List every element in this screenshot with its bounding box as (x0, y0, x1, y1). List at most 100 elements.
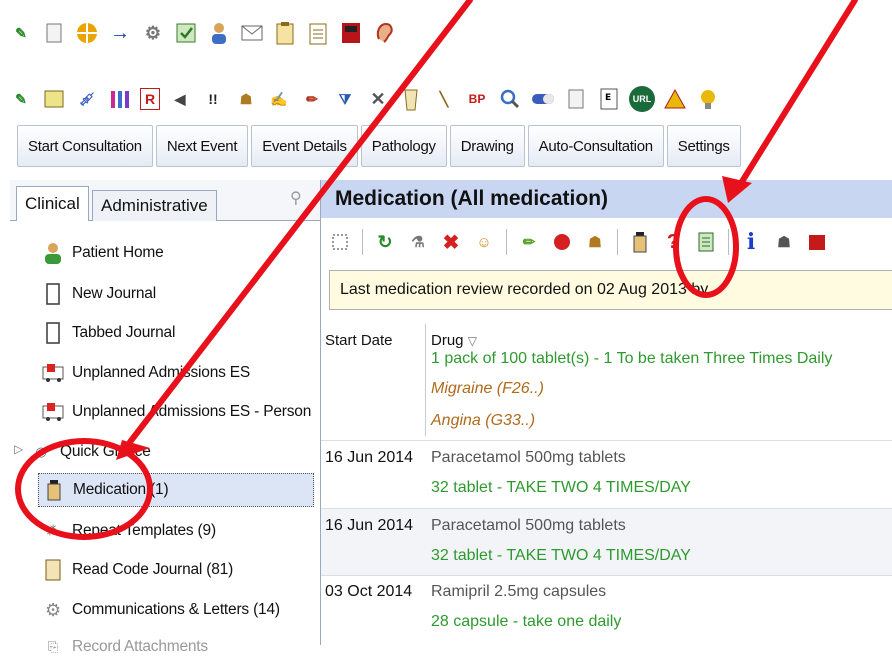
needle-icon[interactable]: ╲ (431, 86, 457, 112)
auto-consultation-button[interactable]: Auto-Consultation (527, 125, 664, 167)
speaker-icon[interactable]: ◀ (167, 86, 193, 112)
pathology-button[interactable]: Pathology (360, 125, 447, 167)
help-question-icon[interactable]: ? (662, 230, 684, 254)
drug-name-cell: Ramipril 2.5mg capsules (431, 583, 607, 600)
person-icon[interactable] (206, 20, 232, 46)
toolbar-divider (362, 229, 363, 255)
nav-medication[interactable]: Medication (1) (38, 473, 314, 507)
person-edit-icon[interactable]: ☺ (473, 230, 495, 254)
arrow-right-icon[interactable]: → (107, 20, 133, 46)
tab-clinical[interactable]: Clinical (16, 186, 89, 221)
magnifier-icon[interactable] (497, 86, 523, 112)
note-icon[interactable]: ✍ (266, 86, 292, 112)
column-header-start-date[interactable]: Start Date (325, 332, 393, 349)
delete-icon[interactable]: ✖ (440, 230, 462, 254)
column-header-drug[interactable]: Drug ▽ (431, 332, 477, 349)
r-form-icon[interactable]: R (140, 88, 160, 110)
clipboard-icon[interactable] (272, 20, 298, 46)
warning-icon[interactable] (662, 86, 688, 112)
filter-icon[interactable]: ⧩ (332, 86, 358, 112)
url-icon[interactable]: URL (629, 86, 655, 112)
check-icon[interactable] (173, 20, 199, 46)
pencil-icon[interactable]: ✏ (518, 230, 540, 254)
nav-read-code-journal[interactable]: Read Code Journal (81) (42, 553, 233, 587)
cup-icon[interactable] (398, 86, 424, 112)
pharmacy-icon[interactable]: ⚗ (407, 230, 429, 254)
notepad-icon[interactable] (41, 86, 67, 112)
edit-icon[interactable]: ✎ (8, 20, 34, 46)
people-icon[interactable]: ☗ (773, 230, 795, 254)
table-row[interactable]: 03 Oct 2014 Ramipril 2.5mg capsules 28 c… (321, 575, 892, 646)
ear-icon[interactable] (371, 20, 397, 46)
nav-repeat-templates[interactable]: ⁂ Repeat Templates (9) (42, 514, 217, 548)
left-tab-strip: Clinical Administrative ⚲ (10, 180, 320, 221)
mail-icon[interactable] (239, 20, 265, 46)
event-details-button[interactable]: Event Details (251, 125, 358, 167)
journal-icon (42, 283, 64, 305)
info-icon[interactable]: i (740, 229, 762, 255)
lamp-icon[interactable] (695, 86, 721, 112)
family-icon[interactable]: ☗ (584, 230, 606, 254)
start-date-cell: 03 Oct 2014 (325, 583, 413, 600)
pin-icon[interactable]: ⚲ (290, 188, 302, 208)
paperclip-icon: ⎘ (47, 639, 59, 654)
annotation-arrow-line (735, 0, 858, 191)
select-icon[interactable] (329, 230, 351, 254)
column-divider (425, 324, 426, 436)
syringe-icon[interactable]: 💉︎ (74, 86, 100, 112)
print-list-icon[interactable] (695, 230, 717, 254)
nav-quick-glance[interactable]: ◉ Quick Glance (30, 435, 150, 469)
start-date-cell: 16 Jun 2014 (325, 449, 414, 466)
medication-pane: Medication (All medication) ↻ ⚗ ✖ ☺ ✏ ☗ … (321, 180, 892, 646)
book-icon[interactable] (806, 230, 828, 254)
settings-button[interactable]: Settings (666, 125, 741, 167)
dosage-text: 1 pack of 100 tablet(s) - 1 To be taken … (431, 350, 833, 367)
table-row[interactable]: 16 Jun 2014 Paracetamol 500mg tablets 32… (321, 508, 892, 576)
clipboard-list-icon[interactable] (305, 20, 331, 46)
toolbar-row-1: ✎ → ⚙ (8, 20, 404, 46)
pills-icon: ⁂ (46, 523, 60, 538)
nav-patient-home[interactable]: Patient Home (42, 236, 164, 270)
stop-icon[interactable] (551, 230, 573, 254)
pill-icon[interactable] (530, 86, 556, 112)
pen-icon[interactable]: ✎ (8, 86, 34, 112)
filter-icon[interactable]: ▽ (468, 334, 477, 348)
nav-record-attachments[interactable]: ⎘ Record Attachments (42, 630, 208, 664)
next-event-button[interactable]: Next Event (155, 125, 249, 167)
globe-icon[interactable] (74, 20, 100, 46)
nav-tabbed-journal[interactable]: Tabbed Journal (42, 316, 175, 350)
pencil-icon[interactable]: ✏ (299, 86, 325, 112)
document-icon[interactable] (41, 20, 67, 46)
book-red-icon[interactable] (338, 20, 364, 46)
bars-icon[interactable] (107, 86, 133, 112)
eye-chart-icon[interactable]: E (596, 86, 622, 112)
nav-unplanned-admissions-person[interactable]: Unplanned Admissions ES - Person (42, 395, 311, 429)
start-date-cell: 16 Jun 2014 (325, 517, 414, 534)
problem-link[interactable]: Angina (G33..) (431, 412, 535, 430)
refresh-icon[interactable]: ↻ (374, 230, 396, 254)
eye-icon: ◉ (35, 444, 47, 459)
nav-new-journal[interactable]: New Journal (42, 277, 156, 311)
start-consultation-button[interactable]: Start Consultation (17, 125, 153, 167)
file-icon[interactable] (563, 86, 589, 112)
nav-communications-letters[interactable]: ⚙ Communications & Letters (14) (42, 593, 280, 627)
tools-icon[interactable]: ✕ (365, 86, 391, 112)
gear-icon[interactable]: ⚙ (140, 20, 166, 46)
clinical-navigation-pane: Clinical Administrative ⚲ Patient Home N… (10, 180, 321, 655)
toolbar-row-2: ✎ 💉︎ R ◀ !! ☗ ✍ ✏ ⧩ ✕ ╲ BP E URL (8, 86, 728, 112)
toolbar-divider (506, 229, 507, 255)
expand-arrow-icon[interactable]: ▷ (14, 442, 23, 456)
bp-icon[interactable]: BP (464, 86, 490, 112)
problem-link[interactable]: Migraine (F26..) (431, 380, 544, 398)
gear-icon: ⚙ (45, 599, 61, 620)
ambulance-icon (42, 362, 64, 384)
tab-administrative[interactable]: Administrative (92, 190, 217, 221)
dosage-text: 32 tablet - TAKE TWO 4 TIMES/DAY (431, 547, 691, 564)
bottle-icon[interactable] (629, 230, 651, 254)
exclamation-icon[interactable]: !! (200, 86, 226, 112)
medication-review-banner: Last medication review recorded on 02 Au… (329, 270, 892, 310)
nav-unplanned-admissions[interactable]: Unplanned Admissions ES (42, 356, 250, 390)
family-icon[interactable]: ☗ (233, 86, 259, 112)
table-row[interactable]: 16 Jun 2014 Paracetamol 500mg tablets 32… (321, 440, 892, 509)
drawing-button[interactable]: Drawing (449, 125, 525, 167)
